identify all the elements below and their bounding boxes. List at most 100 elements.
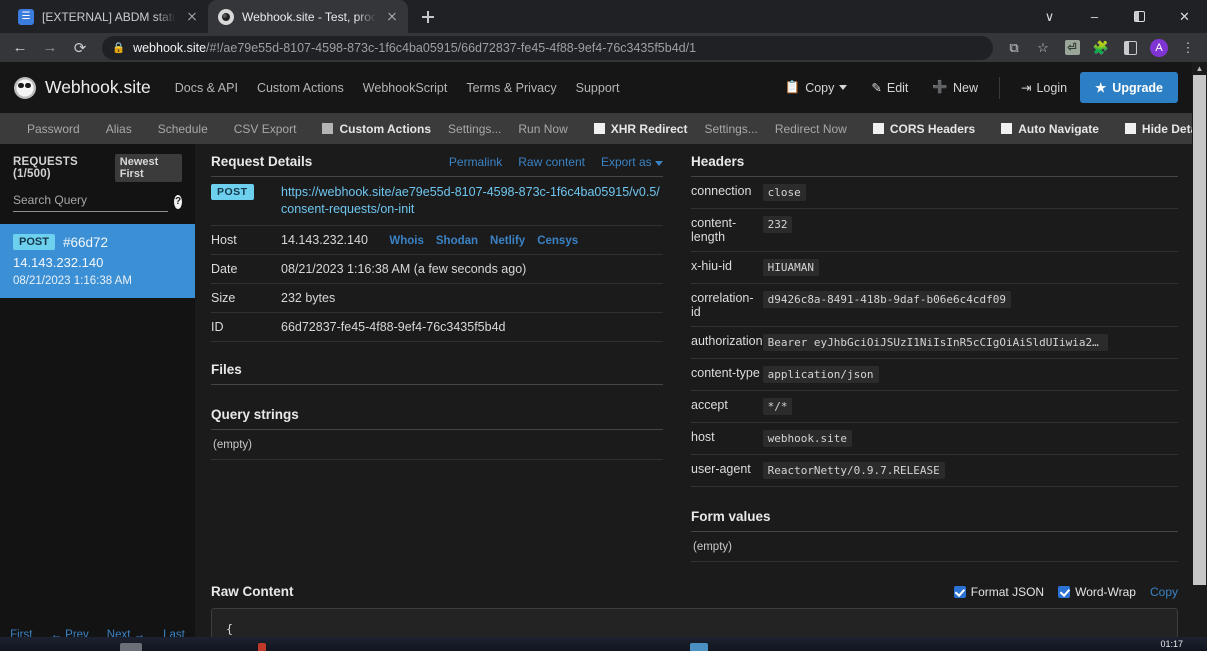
taskbar-item[interactable] xyxy=(258,643,266,651)
tab-title: [EXTERNAL] ABDM status update xyxy=(42,9,176,24)
page-scrollbar[interactable]: ▲ ▼ xyxy=(1192,62,1207,651)
nav-support[interactable]: Support xyxy=(576,81,620,95)
whois-link[interactable]: Whois xyxy=(389,235,424,247)
shodan-link[interactable]: Shodan xyxy=(436,235,478,247)
option-auto-navigate-checkbox[interactable]: Auto Navigate xyxy=(988,122,1112,136)
option-xhr-settings[interactable]: Settings... xyxy=(700,122,770,136)
bookmark-star-icon[interactable]: ☆ xyxy=(1030,35,1056,61)
header-key: content-length xyxy=(691,208,763,252)
sort-order-button[interactable]: Newest First xyxy=(114,154,182,182)
raw-content-header: Raw Content Format JSON Word-Wrap Copy xyxy=(211,584,1178,599)
raw-content-link[interactable]: Raw content xyxy=(518,155,585,169)
censys-link[interactable]: Censys xyxy=(537,235,578,247)
tab-search-icon[interactable]: ∨ xyxy=(1027,0,1072,33)
table-row: content-type application/json xyxy=(691,358,1178,391)
header-value-cell: close xyxy=(762,177,1178,209)
word-wrap-checkbox[interactable]: Word-Wrap xyxy=(1058,585,1136,599)
scroll-up-arrow-icon[interactable]: ▲ xyxy=(1192,62,1207,75)
checkbox-checked-icon[interactable] xyxy=(1058,585,1071,598)
share-icon[interactable]: ⧉ xyxy=(1001,35,1027,61)
taskbar-item[interactable] xyxy=(690,643,708,651)
minimize-button[interactable]: – xyxy=(1072,0,1117,33)
option-alias[interactable]: Alias xyxy=(93,122,145,136)
checkbox-icon[interactable] xyxy=(1001,123,1013,134)
edit-button[interactable]: ✎ Edit xyxy=(860,74,919,101)
extension-green-icon[interactable]: ⏎ xyxy=(1059,35,1085,61)
checkbox-icon[interactable] xyxy=(872,123,884,134)
format-json-checkbox[interactable]: Format JSON xyxy=(953,585,1044,599)
upgrade-button[interactable]: ★ Upgrade xyxy=(1080,72,1178,103)
close-window-button[interactable]: ✕ xyxy=(1162,0,1207,33)
option-xhr-redirect-checkbox[interactable]: XHR Redirect xyxy=(581,122,701,136)
reload-icon[interactable]: ⟳ xyxy=(66,35,94,61)
help-icon[interactable]: ? xyxy=(174,194,182,209)
nav-custom-actions[interactable]: Custom Actions xyxy=(257,81,344,95)
close-icon[interactable] xyxy=(384,9,400,25)
header-key: connection xyxy=(691,177,763,209)
files-title: Files xyxy=(211,361,242,377)
option-label: CORS Headers xyxy=(889,121,976,136)
maximize-button[interactable] xyxy=(1117,0,1162,33)
request-method-badge: POST xyxy=(13,234,55,250)
export-as-link[interactable]: Export as xyxy=(601,155,663,169)
nav-terms-privacy[interactable]: Terms & Privacy xyxy=(466,81,556,95)
profile-avatar[interactable]: A xyxy=(1146,35,1172,61)
url-text: webhook.site/#!/ae79e55d-8107-4598-873c-… xyxy=(133,41,696,55)
login-button[interactable]: ⇥ Login xyxy=(1010,74,1078,101)
brand[interactable]: Webhook.site xyxy=(14,76,151,99)
option-password[interactable]: Password xyxy=(14,122,93,136)
new-tab-button[interactable] xyxy=(414,3,442,31)
option-custom-actions-checkbox[interactable]: Custom Actions xyxy=(309,122,444,136)
table-row: host webhook.site xyxy=(691,422,1178,455)
header-key: correlation-id xyxy=(691,283,763,327)
header-key: content-type xyxy=(691,358,763,391)
raw-content-title: Raw Content xyxy=(211,584,294,599)
option-custom-actions-settings[interactable]: Settings... xyxy=(444,122,514,136)
option-label: Custom Actions xyxy=(339,121,432,136)
option-redirect-now[interactable]: Redirect Now xyxy=(771,122,860,136)
checkbox-checked-icon[interactable] xyxy=(953,585,966,598)
checkbox-icon[interactable] xyxy=(593,123,605,134)
checkbox-icon[interactable] xyxy=(1124,123,1136,134)
header-value: ReactorNetty/0.9.7.RELEASE xyxy=(762,462,945,479)
search-input[interactable] xyxy=(13,191,168,212)
browser-window: ☰ [EXTERNAL] ABDM status update Webhook.… xyxy=(0,0,1207,651)
scrollbar-thumb[interactable] xyxy=(1193,75,1206,585)
url-host: webhook.site xyxy=(133,40,207,55)
three-dot-menu-icon[interactable]: ⋮ xyxy=(1175,35,1201,61)
browser-tab-2[interactable]: Webhook.site - Test, process and xyxy=(208,0,408,33)
option-run-now[interactable]: Run Now xyxy=(514,122,580,136)
puzzle-extensions-icon[interactable]: 🧩 xyxy=(1088,35,1114,61)
option-schedule[interactable]: Schedule xyxy=(145,122,221,136)
address-bar[interactable]: 🔒 webhook.site/#!/ae79e55d-8107-4598-873… xyxy=(102,35,993,60)
copy-label: Copy xyxy=(805,80,835,95)
browser-tab-1[interactable]: ☰ [EXTERNAL] ABDM status update xyxy=(8,0,208,33)
divider xyxy=(211,383,663,385)
checkbox-icon[interactable] xyxy=(322,123,334,134)
edit-icon: ✎ xyxy=(871,81,882,95)
option-hide-details-checkbox[interactable]: Hide Details xyxy=(1112,122,1192,136)
size-label: Size xyxy=(211,283,281,313)
permalink-link[interactable]: Permalink xyxy=(449,155,502,169)
header-value: */* xyxy=(762,398,793,415)
host-lookup-links: Whois Shodan Netlify Censys xyxy=(389,235,578,247)
side-panel-icon[interactable] xyxy=(1117,35,1143,61)
option-csv-export[interactable]: CSV Export xyxy=(221,122,310,136)
request-list-item[interactable]: POST #66d72 14.143.232.140 08/21/2023 1:… xyxy=(0,224,195,298)
back-icon[interactable]: ← xyxy=(6,35,34,61)
lock-icon: 🔒 xyxy=(112,42,126,54)
nav-docs-api[interactable]: Docs & API xyxy=(175,81,238,95)
option-cors-headers-checkbox[interactable]: CORS Headers xyxy=(860,122,988,136)
request-url[interactable]: https://webhook.site/ae79e55d-8107-4598-… xyxy=(281,185,660,216)
copy-raw-link[interactable]: Copy xyxy=(1150,585,1178,599)
copy-button[interactable]: 📋 Copy xyxy=(774,74,859,101)
site-header: Webhook.site Docs & API Custom Actions W… xyxy=(0,62,1192,113)
url-path: /#!/ae79e55d-8107-4598-873c-1f6c4ba05915… xyxy=(206,40,697,55)
close-icon[interactable] xyxy=(184,9,200,25)
header-value-cell: Bearer eyJhbGciOiJSUzI1NiIsInR5cCIgOiAiS… xyxy=(762,326,1178,359)
forward-icon[interactable]: → xyxy=(36,35,64,61)
nav-webhookscript[interactable]: WebhookScript xyxy=(363,81,448,95)
netlify-link[interactable]: Netlify xyxy=(490,235,525,247)
new-button[interactable]: ➕ New xyxy=(921,74,989,101)
taskbar-item[interactable] xyxy=(120,643,142,651)
